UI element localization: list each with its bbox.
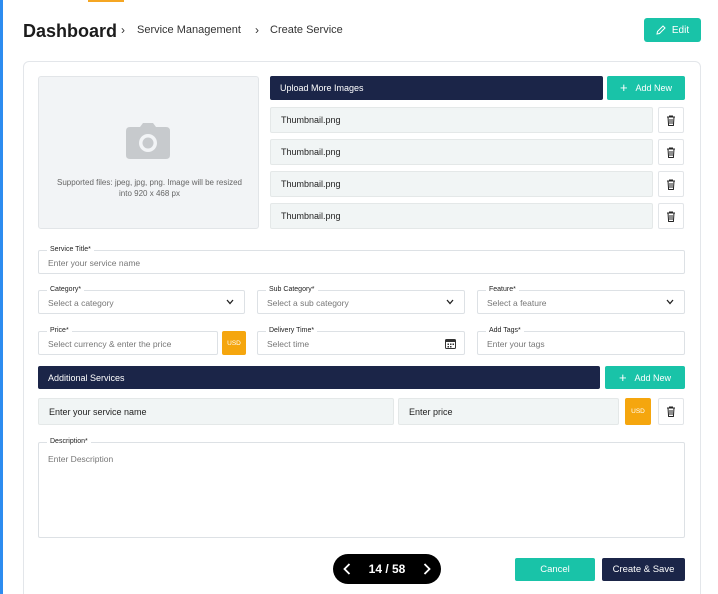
chevron-down-icon <box>226 299 234 305</box>
chevron-left-icon[interactable] <box>343 563 351 575</box>
trash-icon <box>667 147 675 158</box>
calendar-icon <box>445 339 456 349</box>
delivery-time-label: Delivery Time* <box>266 327 318 335</box>
price-placeholder: Select currency & enter the price <box>48 339 172 349</box>
sub-category-select[interactable]: Sub Category* Select a sub category <box>257 286 465 314</box>
additional-services-bar: Additional Services <box>38 366 600 389</box>
create-and-save-button[interactable]: Create & Save <box>602 558 685 581</box>
image-upload-dropzone[interactable]: Supported files: jpeg, jpg, png. Image w… <box>38 76 259 229</box>
delete-thumbnail-button[interactable] <box>658 171 684 197</box>
thumbnail-item: Thumbnail.png <box>270 107 653 133</box>
description-placeholder: Enter Description <box>48 454 114 464</box>
price-label: Price* <box>47 327 72 335</box>
service-title-field[interactable]: Service Title* Enter your service name <box>38 246 685 274</box>
category-label: Category* <box>47 286 85 294</box>
additional-service-name-placeholder: Enter your service name <box>49 406 147 417</box>
additional-services-title: Additional Services <box>48 372 125 383</box>
category-placeholder: Select a category <box>48 298 114 308</box>
header: Dashboard › Service Management › Create … <box>23 18 700 46</box>
cancel-button[interactable]: Cancel <box>515 558 595 581</box>
category-select[interactable]: Category* Select a category <box>38 286 245 314</box>
breadcrumb-service-management[interactable]: Service Management <box>137 24 241 36</box>
trash-icon <box>667 406 675 417</box>
plus-icon: + <box>618 369 627 385</box>
page-left-border <box>0 0 3 594</box>
chevron-down-icon <box>666 299 674 305</box>
chevron-right-icon[interactable] <box>423 563 431 575</box>
additional-currency-button[interactable]: USD <box>625 398 651 425</box>
trash-icon <box>667 179 675 190</box>
upload-more-images-bar[interactable]: Upload More Images <box>270 76 603 100</box>
thumbnail-item: Thumbnail.png <box>270 171 653 197</box>
service-title-label: Service Title* <box>47 246 94 254</box>
delivery-time-placeholder: Select time <box>267 339 310 349</box>
chevron-right-icon: › <box>121 23 125 37</box>
add-tags-placeholder: Enter your tags <box>487 339 545 349</box>
pencil-icon <box>656 25 666 35</box>
sub-category-placeholder: Select a sub category <box>267 298 349 308</box>
add-image-button[interactable]: + Add New <box>607 76 685 100</box>
plus-icon: + <box>619 80 628 95</box>
page-title: Dashboard <box>23 21 118 41</box>
thumbnail-filename: Thumbnail.png <box>281 211 341 221</box>
page-navigator: 14 / 58 <box>333 554 441 584</box>
edit-button[interactable]: Edit <box>644 18 701 42</box>
thumbnail-filename: Thumbnail.png <box>281 179 341 189</box>
trash-icon <box>667 115 675 126</box>
add-service-button-label: Add New <box>634 372 672 383</box>
feature-label: Feature* <box>486 286 519 294</box>
thumbnail-filename: Thumbnail.png <box>281 147 341 157</box>
upload-more-images-label: Upload More Images <box>280 83 364 93</box>
additional-service-price-placeholder: Enter price <box>409 406 453 417</box>
delete-thumbnail-button[interactable] <box>658 139 684 165</box>
add-image-button-label: Add New <box>635 83 673 93</box>
page-indicator: 14 / 58 <box>368 562 406 576</box>
additional-service-price-input[interactable]: Enter price <box>398 398 619 425</box>
camera-icon <box>126 123 170 159</box>
add-tags-input[interactable]: Add Tags* Enter your tags <box>477 327 685 355</box>
trash-icon <box>667 211 675 222</box>
top-accent-bar <box>88 0 124 2</box>
price-input[interactable]: Price* Select currency & enter the price <box>38 327 218 355</box>
description-label: Description* <box>47 438 91 446</box>
description-textarea[interactable]: Description* Enter Description <box>38 438 685 538</box>
add-service-button[interactable]: + Add New <box>605 366 685 389</box>
currency-button[interactable]: USD <box>222 331 246 355</box>
thumbnail-item: Thumbnail.png <box>270 139 653 165</box>
chevron-right-icon: › <box>255 23 259 37</box>
feature-placeholder: Select a feature <box>487 298 547 308</box>
delete-thumbnail-button[interactable] <box>658 107 684 133</box>
thumbnail-filename: Thumbnail.png <box>281 115 341 125</box>
additional-service-name-input[interactable]: Enter your service name <box>38 398 394 425</box>
edit-button-label: Edit <box>671 24 690 36</box>
sub-category-label: Sub Category* <box>266 286 318 294</box>
delete-additional-service-button[interactable] <box>658 398 684 425</box>
breadcrumb-create-service: Create Service <box>270 24 343 36</box>
chevron-down-icon <box>446 299 454 305</box>
thumbnail-item: Thumbnail.png <box>270 203 653 229</box>
service-title-placeholder: Enter your service name <box>48 258 141 268</box>
upload-hint-text: Supported files: jpeg, jpg, png. Image w… <box>57 178 242 198</box>
add-tags-label: Add Tags* <box>486 327 524 335</box>
delete-thumbnail-button[interactable] <box>658 203 684 229</box>
delivery-time-picker[interactable]: Delivery Time* Select time <box>257 327 465 355</box>
feature-select[interactable]: Feature* Select a feature <box>477 286 685 314</box>
